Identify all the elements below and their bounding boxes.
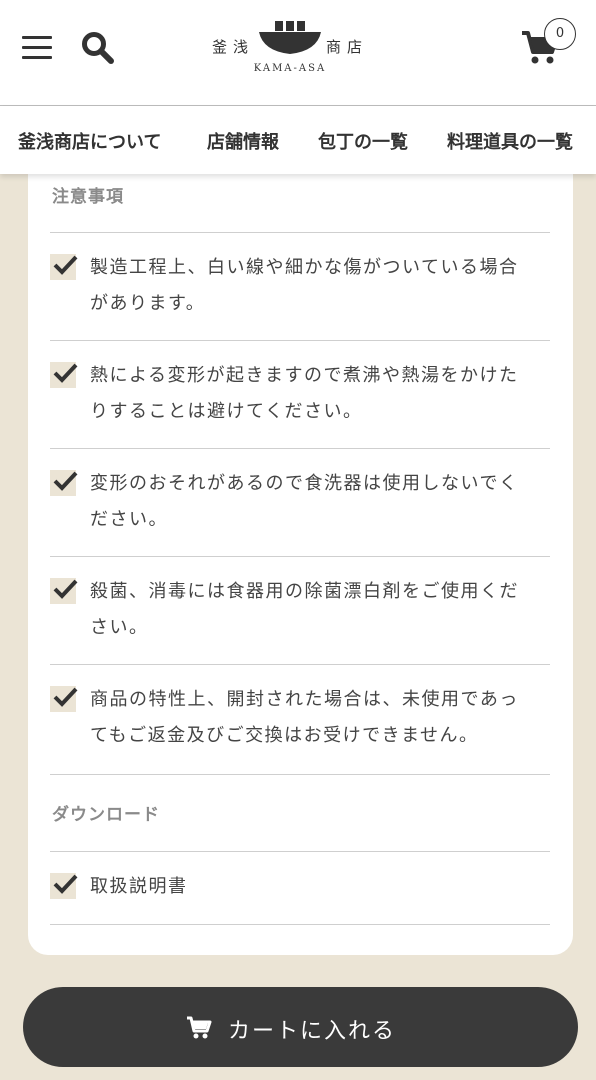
divider (50, 774, 550, 775)
download-heading: ダウンロード (52, 805, 160, 825)
logo-text-left: 釜浅 (212, 38, 255, 56)
notes-heading: 注意事項 (52, 187, 124, 207)
divider (50, 851, 550, 852)
download-link-label[interactable]: 取扱説明書 (90, 869, 550, 905)
checkmark-icon (50, 470, 78, 496)
logo-mark-icon (259, 21, 321, 54)
divider (50, 232, 550, 233)
checkmark-icon (50, 254, 78, 280)
cart-icon (187, 1016, 212, 1039)
add-to-cart-label: カートに入れる (228, 1018, 397, 1043)
nav-item-tools[interactable]: 料理道具の一覧 (447, 128, 573, 154)
divider (50, 340, 550, 341)
cart-button[interactable]: 0 (520, 18, 580, 68)
checkmark-icon (50, 873, 78, 899)
note-text-line1: 変形のおそれがあるので食洗器は使用しないでく (90, 473, 519, 494)
note-text-line1: 殺菌、消毒には食器用の除菌漂白剤をご使用くだ (90, 581, 519, 602)
logo-latin: KAMA-ASA (253, 63, 327, 74)
nav-item-about[interactable]: 釜浅商店について (18, 128, 161, 154)
checkmark-icon (50, 686, 78, 712)
nav-item-stores[interactable]: 店舗情報 (207, 128, 279, 154)
note-text-line1: 商品の特性上、開封された場合は、未使用であっ (90, 689, 519, 710)
divider (50, 924, 550, 925)
note-text-line2: ださい。 (90, 509, 168, 530)
note-text-line2: さい。 (90, 617, 149, 638)
checkmark-icon (50, 362, 78, 388)
add-to-cart-button[interactable]: カートに入れる (23, 987, 578, 1067)
cart-count-badge: 0 (544, 18, 576, 50)
product-info-card: 注意事項 製造工程上、白い線や細かな傷がついている場合 があります。 熱による変… (28, 150, 573, 955)
menu-icon[interactable] (22, 36, 52, 62)
divider (50, 664, 550, 665)
category-nav: 釜浅商店について 店舗情報 包丁の一覧 料理道具の一覧 (0, 106, 596, 174)
logo-text-right: 商店 (325, 38, 368, 56)
note-text-line1: 製造工程上、白い線や細かな傷がついている場合 (90, 257, 519, 278)
divider (50, 448, 550, 449)
nav-item-knives[interactable]: 包丁の一覧 (318, 128, 408, 154)
site-header: 釜浅 商店 KAMA-ASA 0 (0, 0, 596, 106)
site-logo[interactable]: 釜浅 商店 KAMA-ASA (212, 18, 368, 78)
search-icon[interactable] (80, 30, 116, 66)
checkmark-icon (50, 578, 78, 604)
note-text-line2: りすることは避けてください。 (90, 401, 363, 422)
divider (50, 556, 550, 557)
note-text-line2: があります。 (90, 293, 206, 314)
note-text-line2: てもご返金及びご交換はお受けできません。 (90, 725, 479, 746)
note-text-line1: 熱による変形が起きますので煮沸や熱湯をかけた (90, 365, 519, 386)
